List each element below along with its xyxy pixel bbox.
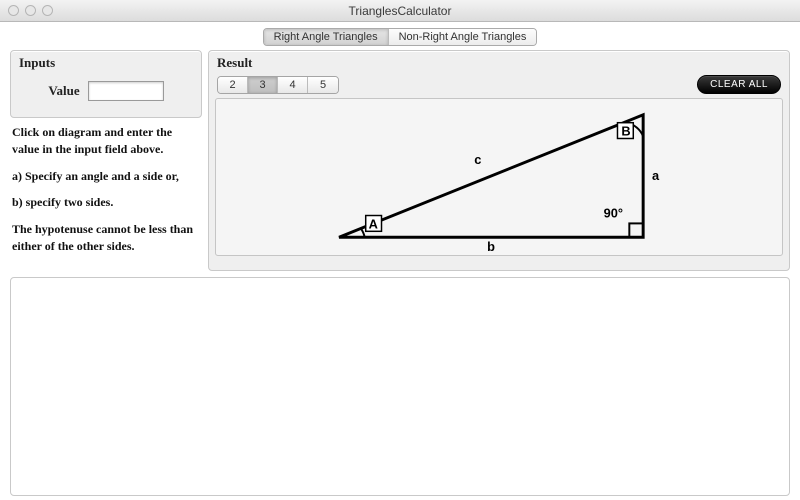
inputs-header: Inputs [11,51,201,73]
vertex-a-label: A [369,216,378,231]
left-column: Inputs Value Click on diagram and enter … [10,50,202,271]
titlebar: TrianglesCalculator [0,0,800,22]
side-c-label[interactable]: c [474,152,481,167]
clear-all-button[interactable]: CLEAR ALL [697,75,781,94]
right-angle-label: 90° [604,205,623,220]
result-header: Result [209,51,789,73]
window-title: TrianglesCalculator [0,4,800,18]
decimals-segmented: 2 3 4 5 [217,76,339,94]
output-panel [10,277,790,496]
instructions-line1: Click on diagram and enter the value in … [12,124,200,158]
tab-right-angle[interactable]: Right Angle Triangles [264,29,389,45]
decimals-option-5[interactable]: 5 [308,77,338,93]
inputs-panel: Inputs Value [10,50,202,118]
value-label: Value [48,83,79,99]
instructions-line3: b) specify two sides. [12,194,200,211]
side-b-label[interactable]: b [487,239,495,254]
decimals-option-2[interactable]: 2 [218,77,248,93]
top-row: Inputs Value Click on diagram and enter … [10,50,790,271]
tab-non-right-angle[interactable]: Non-Right Angle Triangles [389,29,537,45]
app-window: TrianglesCalculator Right Angle Triangle… [0,0,800,500]
decimals-option-3[interactable]: 3 [248,77,278,93]
value-input[interactable] [88,81,164,101]
right-angle-icon [629,223,643,237]
triangle-shape[interactable] [339,115,643,237]
vertex-b-label: B [621,124,630,139]
side-a-label[interactable]: a [652,168,660,183]
triangle-svg: A B c a b 90° [216,99,782,255]
instructions: Click on diagram and enter the value in … [10,118,202,271]
triangle-diagram[interactable]: A B c a b 90° [215,98,783,256]
instructions-line4: The hypotenuse cannot be less than eithe… [12,221,200,255]
decimals-option-4[interactable]: 4 [278,77,308,93]
result-toolbar: 2 3 4 5 CLEAR ALL [209,73,789,98]
value-row: Value [19,75,193,109]
main-tabbar: Right Angle Triangles Non-Right Angle Tr… [10,22,790,46]
instructions-line2: a) Specify an angle and a side or, [12,168,200,185]
result-panel: Result 2 3 4 5 CLEAR ALL [208,50,790,271]
window-body: Right Angle Triangles Non-Right Angle Tr… [0,22,800,500]
